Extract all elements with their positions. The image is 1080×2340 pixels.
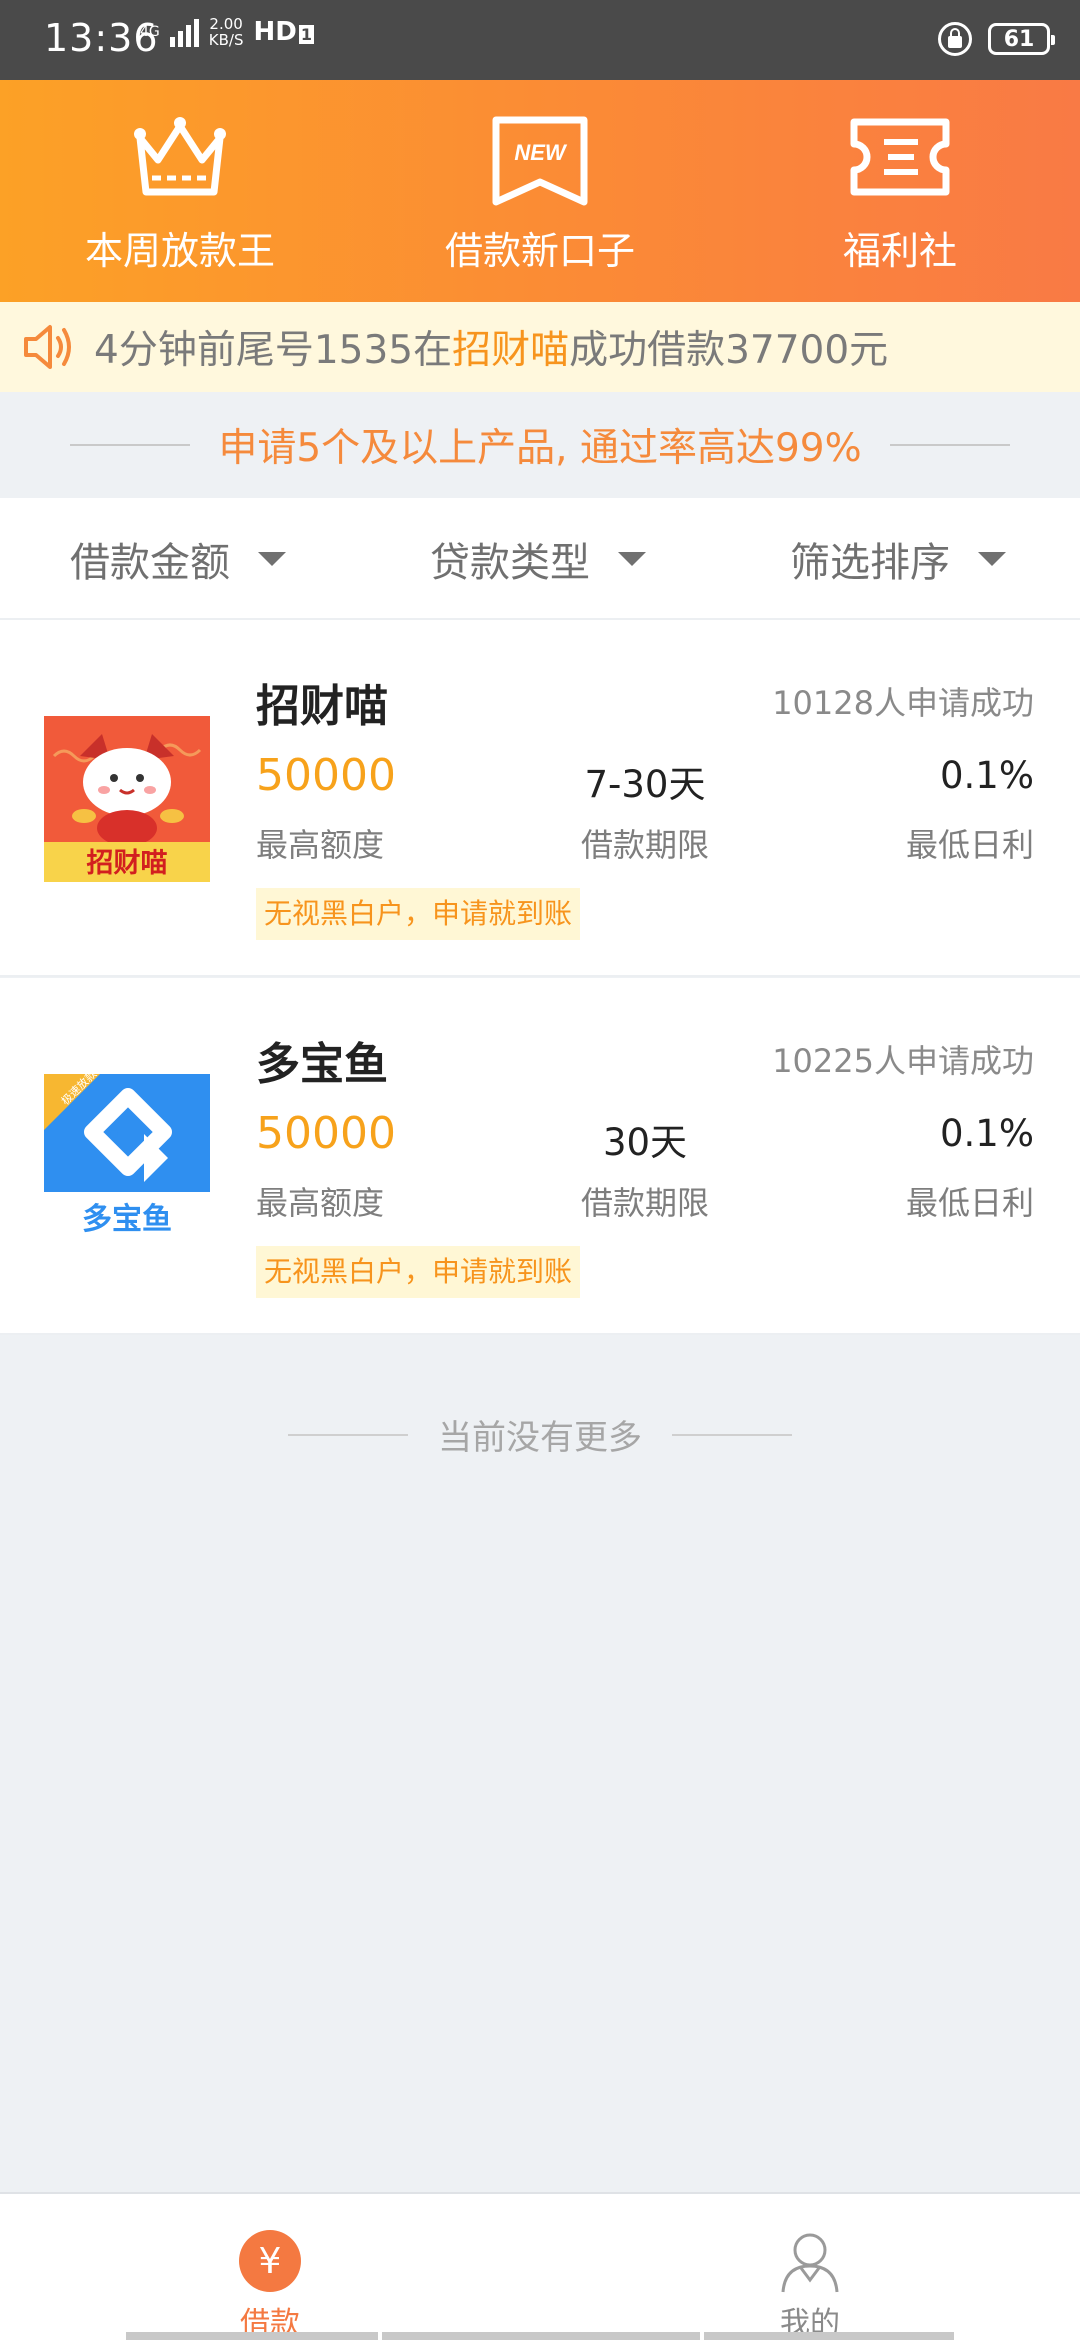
loan-term-label: 借款期限 [580, 826, 709, 864]
daily-rate-label: 最低日利 [905, 826, 1034, 864]
bottom-nav: ¥ 借款 我的 [0, 2192, 1080, 2340]
header-item-label: 本周放款王 [84, 229, 275, 273]
loan-term: 30天 [602, 1121, 688, 1164]
speed-value: 2.00 [209, 15, 243, 33]
max-amount-label: 最高额度 [256, 826, 385, 864]
nav-tab-mine[interactable]: 我的 [540, 2194, 1080, 2340]
dropdown-arrow-icon [618, 552, 646, 566]
product-tag: 无视黑白户，申请就到账 [256, 1246, 581, 1298]
header-item-label: 借款新口子 [444, 229, 635, 273]
signal-icon [169, 17, 199, 47]
daily-rate-label: 最低日利 [905, 1184, 1034, 1222]
header-banner: 本周放款王 NEW 借款新口子 福利社 [0, 80, 1080, 302]
nav-tab-loan[interactable]: ¥ 借款 [0, 2194, 540, 2340]
rotation-lock-icon [938, 22, 972, 56]
applied-count: 10128人申请成功 [772, 684, 1034, 722]
system-nav-bar [704, 2332, 954, 2340]
applied-count: 10225人申请成功 [772, 1042, 1034, 1080]
filter-sort[interactable]: 筛选排序 [790, 498, 1006, 620]
filter-label: 筛选排序 [790, 540, 950, 586]
product-card[interactable]: 极速放款 多宝鱼 多宝鱼 10225人申请成功 50000 30天 0.1% 最… [0, 978, 1080, 1335]
system-nav-bar [126, 2332, 378, 2340]
battery-level: 61 [1003, 26, 1035, 52]
daily-rate: 0.1% [940, 754, 1034, 797]
hd-text: HD [253, 17, 297, 47]
header-item-label: 福利社 [842, 229, 957, 273]
promo-banner: 申请5个及以上产品, 通过率高达99% [0, 392, 1080, 498]
notice-text: 4分钟前尾号1535在招财喵成功借款37700元 [94, 319, 888, 375]
cat-mascot-logo: 招财喵 [44, 716, 210, 882]
yen-icon: ¥ [239, 2230, 301, 2292]
status-bar: 13:36 4G 2.00 KB/S HD 1 61 [0, 0, 1080, 80]
header-item-new-loans[interactable]: NEW 借款新口子 [360, 80, 720, 302]
max-amount: 50000 [256, 1108, 396, 1159]
dropdown-arrow-icon [978, 552, 1006, 566]
user-icon [781, 2233, 839, 2293]
network-speed: 2.00 KB/S [209, 16, 244, 48]
notice-suffix: 成功借款37700元 [569, 328, 889, 373]
product-card[interactable]: 招财喵 招财喵 10128人申请成功 50000 7-30天 0.1% 最高额度… [0, 620, 1080, 977]
product-logo: 招财喵 [44, 716, 210, 882]
filter-loan-amount[interactable]: 借款金额 [70, 498, 286, 620]
divider [70, 444, 191, 446]
header-item-loan-king[interactable]: 本周放款王 [0, 80, 360, 302]
speed-unit: KB/S [208, 31, 244, 49]
dropdown-arrow-icon [258, 552, 286, 566]
speaker-icon [24, 325, 71, 369]
loan-notice-bar: 4分钟前尾号1535在招财喵成功借款37700元 [0, 302, 1080, 392]
system-nav-bar [382, 2332, 700, 2340]
divider [672, 1433, 792, 1436]
promo-text: 申请5个及以上产品, 通过率高达99% [218, 426, 862, 471]
max-amount: 50000 [256, 750, 396, 801]
filter-label: 贷款类型 [430, 540, 590, 586]
hd-index: 1 [298, 25, 314, 44]
filter-bar: 借款金额 贷款类型 筛选排序 [0, 498, 1080, 620]
loan-term: 7-30天 [584, 763, 706, 806]
header-item-welfare[interactable]: 福利社 [720, 80, 1080, 302]
logo-text: 多宝鱼 [82, 1202, 172, 1237]
list-end-indicator: 当前没有更多 [0, 1410, 1080, 1459]
network-type: 4G [140, 24, 160, 40]
product-logo: 极速放款 多宝鱼 [44, 1074, 210, 1240]
filter-label: 借款金额 [70, 540, 230, 586]
coupon-icon [850, 118, 950, 196]
status-right: 61 [938, 22, 1055, 56]
new-badge-icon: NEW [492, 116, 588, 206]
notice-prefix: 4分钟前尾号1535在 [94, 328, 453, 373]
logo-text: 招财喵 [87, 848, 168, 879]
notice-highlight[interactable]: 招财喵 [452, 328, 569, 373]
crown-icon [134, 117, 226, 196]
product-tag: 无视黑白户，申请就到账 [256, 888, 581, 940]
divider [889, 444, 1010, 446]
battery-icon: 61 [988, 23, 1055, 55]
new-badge-text: NEW [514, 140, 568, 165]
divider [288, 1433, 408, 1436]
daily-rate: 0.1% [940, 1112, 1034, 1155]
network-indicator: 4G 2.00 KB/S HD 1 [140, 16, 314, 48]
hd-icon: HD 1 [253, 17, 314, 47]
list-end-text: 当前没有更多 [438, 1418, 642, 1458]
filter-loan-type[interactable]: 贷款类型 [430, 498, 646, 620]
product-name: 多宝鱼 [256, 1039, 388, 1090]
loan-term-label: 借款期限 [580, 1184, 709, 1222]
fish-diamond-logo: 极速放款 多宝鱼 [44, 1074, 210, 1240]
max-amount-label: 最高额度 [256, 1184, 385, 1222]
product-name: 招财喵 [256, 681, 388, 732]
